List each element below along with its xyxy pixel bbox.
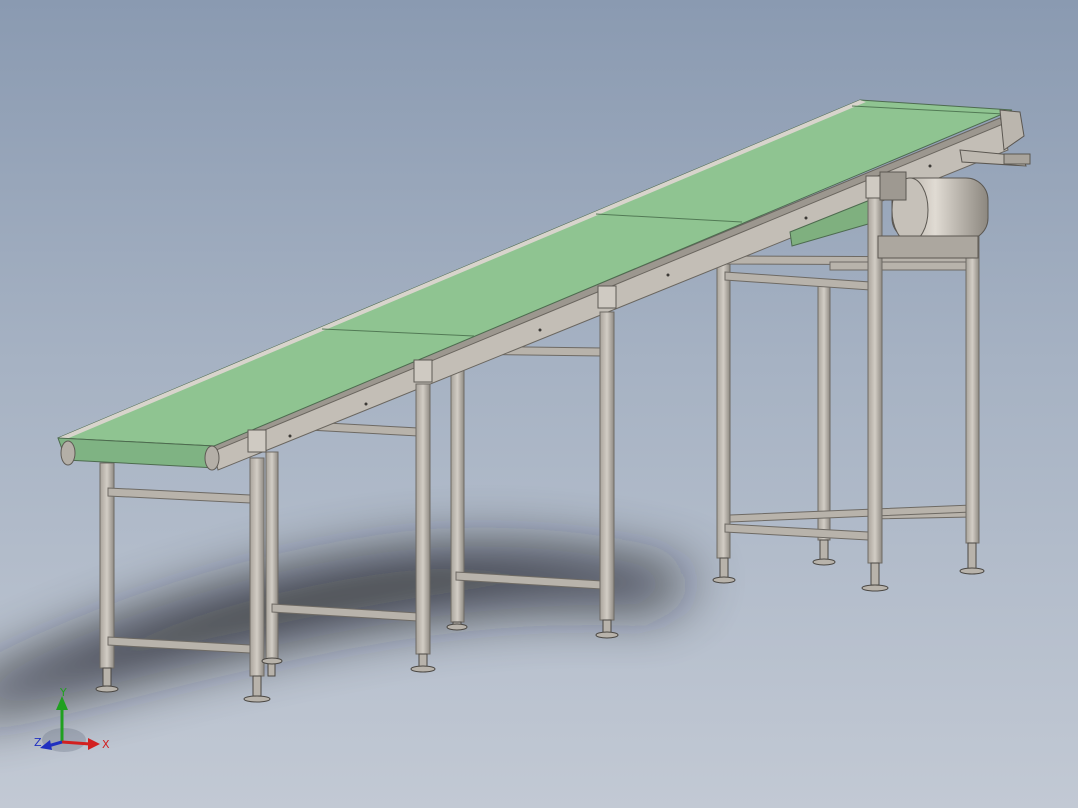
conveyor-model-view[interactable] [0,0,1078,808]
head-end-guard [999,109,1025,151]
x-axis-label: X [102,738,110,751]
graphics-viewport[interactable]: Y X Z [0,0,1078,808]
orientation-triad[interactable]: Y X Z [34,688,114,760]
y-axis-label: Y [59,688,67,699]
z-axis-label: Z [34,736,42,749]
x-axis-arrow [61,740,91,746]
x-axis-head [88,738,100,750]
